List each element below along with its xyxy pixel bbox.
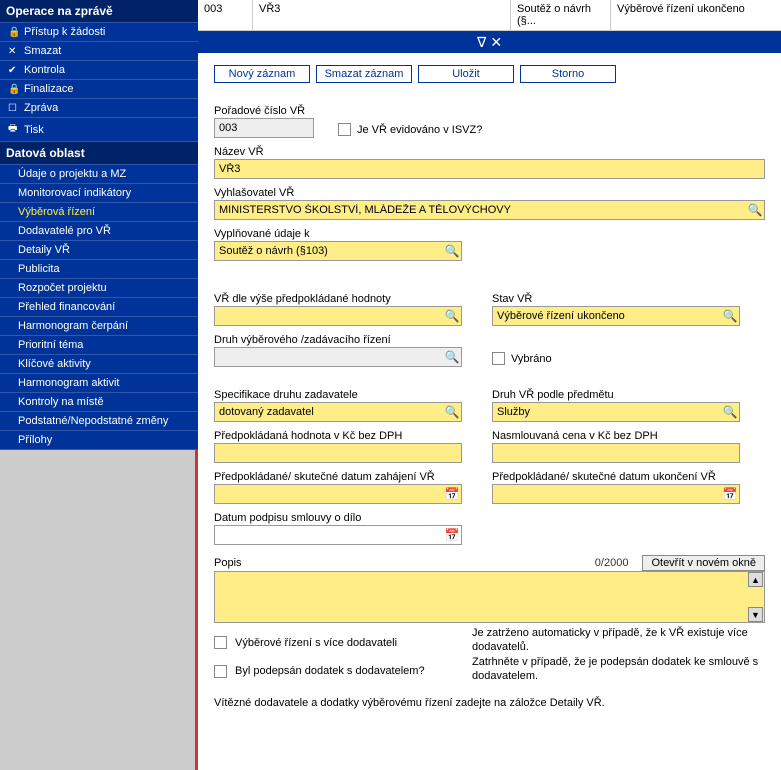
druh-rizeni-input[interactable]: [214, 347, 462, 367]
vybrano-label: Vybráno: [511, 353, 552, 365]
nasml-cena-label: Nasmlouvaná cena v Kč bez DPH: [492, 430, 740, 442]
main-content: 003 VŘ3 Soutěž o návrh (§... Výběrové ří…: [198, 0, 781, 770]
vyhl-input[interactable]: [214, 200, 765, 220]
search-icon[interactable]: 🔍: [444, 349, 460, 365]
form-area: Pořadové číslo VŘ Je VŘ evidováno v ISVZ…: [198, 91, 781, 715]
scroll-down-icon[interactable]: ▼: [748, 607, 763, 622]
isvz-label: Je VŘ evidováno v ISVZ?: [357, 124, 482, 136]
isvz-checkbox[interactable]: [338, 123, 351, 136]
calendar-icon[interactable]: 📅: [722, 486, 738, 502]
datum-podpis-input[interactable]: [214, 525, 462, 545]
scroll-up-icon[interactable]: ▲: [748, 572, 763, 587]
sidebar-item-suppliers[interactable]: Dodavatelé pro VŘ: [0, 222, 198, 241]
stav-label: Stav VŘ: [492, 293, 740, 305]
vypln-label: Vyplňované údaje k: [214, 228, 765, 240]
sidebar-item-activities[interactable]: Klíčové aktivity: [0, 355, 198, 374]
druh-predmet-label: Druh VŘ podle předmětu: [492, 389, 740, 401]
search-icon[interactable]: 🔍: [722, 308, 738, 324]
datum-zahaj-input[interactable]: [214, 484, 462, 504]
grid-cell-seq: 003: [198, 0, 253, 30]
sidebar-op-delete[interactable]: Smazat: [0, 42, 198, 61]
grid-cell-name: VŘ3: [253, 0, 511, 30]
sidebar-bottom-spacer: [0, 450, 198, 770]
popis-label: Popis: [214, 557, 242, 569]
sidebar-item-indicators[interactable]: Monitorovací indikátory: [0, 184, 198, 203]
dodatek-label: Byl podepsán dodatek s dodavatelem?: [235, 665, 425, 677]
seq-input[interactable]: [214, 118, 314, 138]
sidebar: Operace na zprávě Přístup k žádosti Smaz…: [0, 0, 198, 770]
vypln-input[interactable]: [214, 241, 462, 261]
search-icon[interactable]: 🔍: [722, 404, 738, 420]
vice-dod-checkbox[interactable]: [214, 636, 227, 649]
open-window-button[interactable]: Otevřít v novém okně: [642, 555, 765, 571]
search-icon[interactable]: 🔍: [444, 243, 460, 259]
clear-filter-icon[interactable]: ✕: [490, 34, 502, 51]
popis-counter: 0/2000: [595, 557, 629, 569]
vybrano-checkbox[interactable]: [492, 352, 505, 365]
sidebar-header-operations: Operace na zprávě: [0, 0, 198, 23]
vr-vyse-label: VŘ dle výše předpokládané hodnoty: [214, 293, 462, 305]
search-icon[interactable]: 🔍: [747, 202, 763, 218]
vice-dod-note: Je zatrženo automaticky v případě, že k …: [472, 626, 765, 655]
predp-hodnota-label: Předpokládaná hodnota v Kč bez DPH: [214, 430, 462, 442]
sidebar-op-print[interactable]: Tisk: [0, 118, 198, 142]
search-icon[interactable]: 🔍: [444, 308, 460, 324]
sidebar-op-report[interactable]: Zpráva: [0, 99, 198, 118]
druh-rizeni-label: Druh výběrového /zadávacího řízení: [214, 334, 462, 346]
sidebar-item-drawing[interactable]: Harmonogram čerpání: [0, 317, 198, 336]
top-grid-row[interactable]: 003 VŘ3 Soutěž o návrh (§... Výběrové ří…: [198, 0, 781, 31]
filter-bar: ∇ ✕: [198, 31, 781, 53]
delete-record-button[interactable]: Smazat záznam: [316, 65, 412, 83]
sidebar-item-priority[interactable]: Prioritní téma: [0, 336, 198, 355]
vyhl-label: Vyhlašovatel VŘ: [214, 187, 765, 199]
sidebar-header-data: Datová oblast: [0, 142, 198, 165]
grid-cell-status: Výběrové řízení ukončeno: [611, 0, 781, 30]
sidebar-op-finalize[interactable]: Finalizace: [0, 80, 198, 99]
dodatek-checkbox[interactable]: [214, 665, 227, 678]
filter-icon[interactable]: ∇: [477, 34, 486, 51]
cancel-button[interactable]: Storno: [520, 65, 616, 83]
sidebar-item-project[interactable]: Údaje o projektu a MZ: [0, 165, 198, 184]
sidebar-item-controls[interactable]: Kontroly na místě: [0, 393, 198, 412]
predp-hodnota-input[interactable]: [214, 443, 462, 463]
popis-textarea[interactable]: [214, 571, 765, 623]
action-button-row: Nový záznam Smazat záznam Uložit Storno: [198, 53, 781, 91]
dodatek-note: Zatrhněte v případě, že je podepsán doda…: [472, 655, 765, 684]
sidebar-item-budget[interactable]: Rozpočet projektu: [0, 279, 198, 298]
footer-note: Vítězné dodavatele a dodatky výběrovému …: [214, 697, 765, 709]
spec-input[interactable]: [214, 402, 462, 422]
sidebar-item-financing[interactable]: Přehled financování: [0, 298, 198, 317]
vr-vyse-input[interactable]: [214, 306, 462, 326]
save-button[interactable]: Uložit: [418, 65, 514, 83]
seq-label: Pořadové číslo VŘ: [214, 105, 324, 117]
datum-ukonc-input[interactable]: [492, 484, 740, 504]
spec-label: Specifikace druhu zadavatele: [214, 389, 462, 401]
sidebar-item-changes[interactable]: Podstatné/Nepodstatné změny: [0, 412, 198, 431]
sidebar-op-check[interactable]: Kontrola: [0, 61, 198, 80]
sidebar-item-details[interactable]: Detaily VŘ: [0, 241, 198, 260]
sidebar-item-selection[interactable]: Výběrová řízení: [0, 203, 198, 222]
druh-predmet-input[interactable]: [492, 402, 740, 422]
datum-ukonc-label: Předpokládané/ skutečné datum ukončení V…: [492, 471, 740, 483]
sidebar-item-publicity[interactable]: Publicita: [0, 260, 198, 279]
sidebar-item-attachments[interactable]: Přílohy: [0, 431, 198, 450]
vice-dod-label: Výběrové řízení s více dodavateli: [235, 637, 397, 649]
stav-input[interactable]: [492, 306, 740, 326]
calendar-icon[interactable]: 📅: [444, 486, 460, 502]
search-icon[interactable]: 🔍: [444, 404, 460, 420]
new-record-button[interactable]: Nový záznam: [214, 65, 310, 83]
nasml-cena-input[interactable]: [492, 443, 740, 463]
sidebar-item-activity-schedule[interactable]: Harmonogram aktivit: [0, 374, 198, 393]
sidebar-op-access[interactable]: Přístup k žádosti: [0, 23, 198, 42]
nazev-label: Název VŘ: [214, 146, 765, 158]
calendar-icon[interactable]: 📅: [444, 527, 460, 543]
datum-zahaj-label: Předpokládané/ skutečné datum zahájení V…: [214, 471, 462, 483]
grid-cell-type: Soutěž o návrh (§...: [511, 0, 611, 30]
nazev-input[interactable]: [214, 159, 765, 179]
datum-podpis-label: Datum podpisu smlouvy o dílo: [214, 512, 462, 524]
